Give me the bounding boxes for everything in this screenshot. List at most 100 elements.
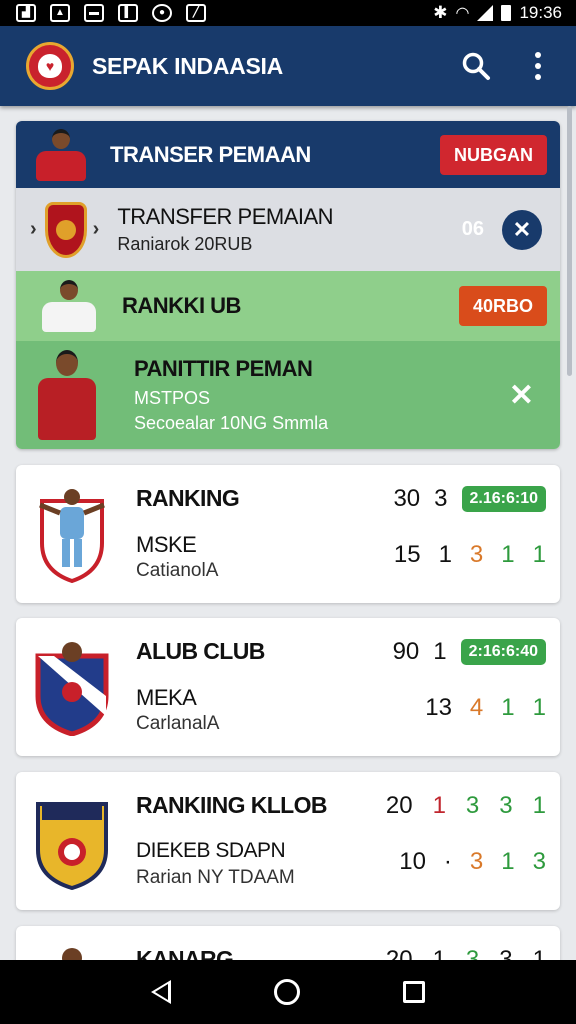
notification-stack: TRANSER PEMAAN NUBGAN › › TRANSFER PEMAI… bbox=[16, 121, 560, 449]
ranking-card[interactable]: RANKIING KLLOB DIEKEB SDAPN Rarian NY TD… bbox=[16, 772, 560, 910]
signal-icon bbox=[477, 5, 494, 21]
stat-value: 1 bbox=[532, 792, 546, 819]
ranking-badge[interactable]: 40RBO bbox=[458, 286, 547, 326]
player-avatar bbox=[42, 280, 96, 332]
card-team: MSKE bbox=[136, 532, 197, 557]
stat-value: 1 bbox=[501, 694, 515, 721]
bluetooth-icon: ✱ bbox=[433, 3, 448, 22]
home-icon[interactable] bbox=[273, 979, 300, 1005]
club-crest-icon bbox=[44, 201, 87, 258]
card-title: KANARG bbox=[136, 946, 234, 960]
transfer-subtitle: Raniarok 20RUB bbox=[117, 234, 253, 254]
transfer-title: TRANSFER PEMAIAN bbox=[117, 204, 334, 229]
stat-value: 1 bbox=[438, 541, 452, 568]
chevron-left-icon[interactable]: › bbox=[30, 218, 37, 241]
club-crest-icon bbox=[34, 944, 110, 960]
stat-value: 1 bbox=[532, 694, 546, 721]
card-stats: 20 1 3 3 1 10 · 3 1 3 bbox=[386, 790, 546, 878]
system-nav-bar bbox=[0, 960, 576, 1024]
photo-icon: ▟ bbox=[16, 4, 36, 22]
stat-value: 3 bbox=[465, 946, 480, 960]
card-title: RANKIING KLLOB bbox=[136, 792, 328, 818]
notification-ranking-item[interactable]: RANKKI UB 40RBO bbox=[16, 271, 560, 341]
stat-value: 1 bbox=[432, 946, 446, 960]
score-pill: 2.16:6:10 bbox=[461, 486, 546, 512]
status-bar: ▟ ▲ ▬ ▌ ● ╱ ✱ ◠ 19:36 bbox=[0, 0, 576, 26]
stat-value: 10 bbox=[399, 848, 426, 875]
media-icon: ● bbox=[152, 4, 172, 22]
status-badge[interactable]: NUBGAN bbox=[440, 135, 547, 175]
card-team: MEKA bbox=[136, 685, 197, 710]
card-stats: 90 1 2:16:6:40 13 4 1 1 bbox=[393, 636, 546, 724]
app-root: ▟ ▲ ▬ ▌ ● ╱ ✱ ◠ 19:36 ♥ SEPAK INDAASIA T… bbox=[0, 0, 576, 1024]
recent-apps-icon[interactable] bbox=[402, 981, 425, 1003]
player-avatar bbox=[36, 128, 86, 181]
transfer-count: 06 bbox=[461, 218, 484, 240]
notification-title: TRANSER PEMAAN bbox=[110, 141, 311, 167]
card-stats: 30 3 2.16:6:10 15 1 3 1 1 bbox=[393, 483, 546, 571]
more-vert-icon bbox=[535, 52, 541, 80]
notification-transfer-item[interactable]: › › TRANSFER PEMAIAN Raniarok 20RUB 06 ✕ bbox=[16, 188, 560, 271]
back-icon[interactable] bbox=[151, 980, 172, 1004]
card-team: DIEKEB SDAPN bbox=[136, 839, 286, 862]
club-crest-icon bbox=[34, 636, 110, 736]
stat-value: 20 bbox=[385, 946, 413, 960]
card-title: RANKING bbox=[136, 485, 240, 511]
search-button[interactable] bbox=[456, 46, 496, 86]
battery-icon bbox=[501, 5, 512, 21]
ranking-card[interactable]: RANKING MSKE CatianolA 30 3 2.16:6:10 15… bbox=[16, 465, 560, 603]
stat-value: 1 bbox=[501, 848, 515, 875]
notification-transfer-header[interactable]: TRANSER PEMAAN NUBGAN bbox=[16, 121, 560, 188]
status-left-icons: ▟ ▲ ▬ ▌ ● ╱ bbox=[16, 4, 206, 22]
card-stats: 20 1 3 3 1 bbox=[386, 944, 546, 960]
club-crest-icon[interactable]: ♥ bbox=[26, 42, 74, 90]
more-options-button[interactable] bbox=[518, 46, 558, 86]
chevron-right-icon[interactable]: › bbox=[93, 218, 100, 241]
card-subtitle: CarlanalA bbox=[136, 713, 220, 734]
status-time: 19:36 bbox=[519, 3, 562, 22]
ranking-card[interactable]: KANARG 20 1 3 3 1 bbox=[16, 926, 560, 960]
stat-value: 13 bbox=[425, 694, 452, 721]
player-line2: MSTPOS bbox=[134, 388, 211, 408]
club-crest-icon bbox=[34, 483, 110, 583]
card-title: ALUB CLUB bbox=[136, 638, 265, 664]
stat-value: · bbox=[443, 848, 452, 875]
score-pill: 2:16:6:40 bbox=[460, 639, 546, 665]
notification-player-item[interactable]: PANITTIR PEMAN MSTPOS Secoealar 10NG Smm… bbox=[16, 341, 560, 449]
player-avatar bbox=[38, 350, 96, 440]
card-subtitle: CatianolA bbox=[136, 560, 219, 581]
status-right-icons: ✱ ◠ 19:36 bbox=[433, 3, 562, 23]
club-crest-icon bbox=[34, 790, 110, 890]
app-bar: ♥ SEPAK INDAASIA bbox=[0, 26, 576, 106]
app-title: SEPAK INDAASIA bbox=[92, 52, 283, 79]
close-icon: ✕ bbox=[512, 216, 532, 242]
stat-value: 1 bbox=[433, 638, 447, 665]
dismiss-button[interactable]: ✕ bbox=[509, 378, 534, 413]
stat-value: 3 bbox=[469, 541, 484, 568]
main-content[interactable]: TRANSER PEMAAN NUBGAN › › TRANSFER PEMAI… bbox=[0, 106, 576, 960]
stat-value: 3 bbox=[532, 848, 546, 875]
edit-icon: ╱ bbox=[186, 4, 206, 22]
stat-value: 1 bbox=[532, 541, 546, 568]
stat-value: 1 bbox=[432, 792, 446, 819]
search-icon bbox=[462, 52, 490, 80]
close-button[interactable]: ✕ bbox=[502, 209, 542, 250]
scrollbar[interactable] bbox=[567, 106, 572, 376]
stat-value: 20 bbox=[385, 792, 413, 819]
player-title: PANITTIR PEMAN bbox=[134, 356, 313, 381]
crest-heart-icon: ♥ bbox=[38, 54, 62, 78]
stat-value: 1 bbox=[532, 946, 546, 960]
image-icon: ▲ bbox=[50, 4, 70, 22]
ranking-card[interactable]: ALUB CLUB MEKA CarlanalA 90 1 2:16:6:40 … bbox=[16, 618, 560, 756]
ranking-title: RANKKI UB bbox=[122, 293, 241, 318]
transfer-text: TRANSFER PEMAIAN Raniarok 20RUB bbox=[117, 204, 333, 255]
stat-value: 3 bbox=[465, 792, 480, 819]
notification-icon: ▌ bbox=[118, 4, 138, 22]
player-line3: Secoealar 10NG Smmla bbox=[134, 413, 329, 433]
stat-value: 15 bbox=[393, 541, 421, 568]
save-icon: ▬ bbox=[84, 4, 104, 22]
stat-value: 90 bbox=[392, 638, 420, 665]
close-icon: ✕ bbox=[508, 378, 534, 412]
stat-value: 4 bbox=[469, 694, 484, 721]
stat-value: 3 bbox=[499, 946, 513, 960]
